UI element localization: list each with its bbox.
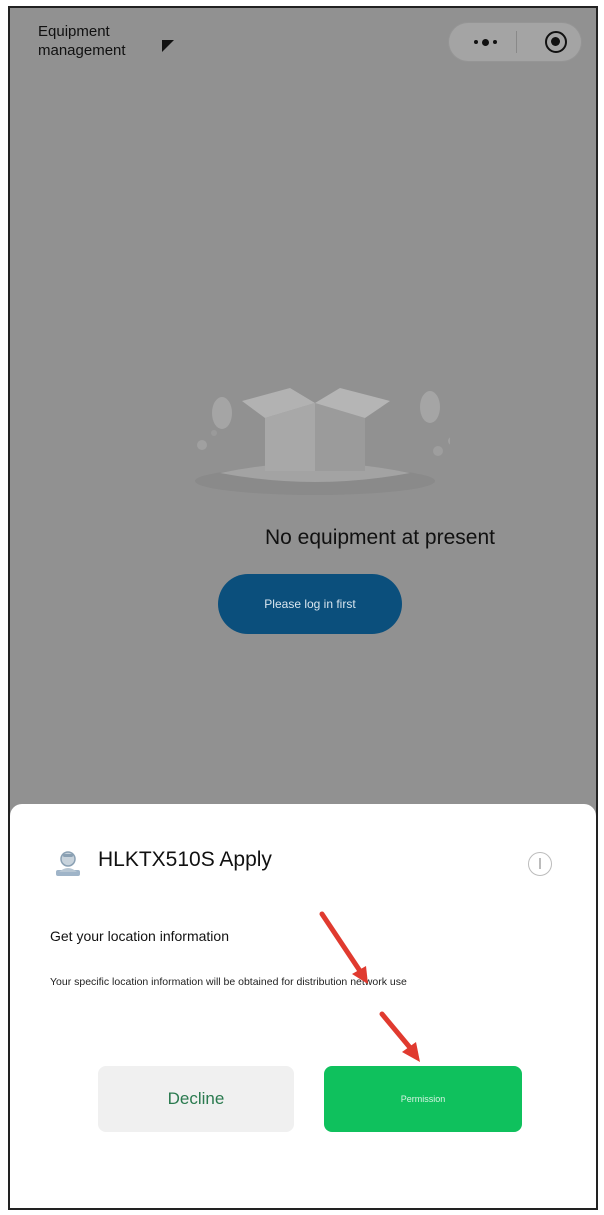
screenshot-frame: Equipment management No equipment at pre… [8,6,598,1210]
dropdown-triangle-icon[interactable] [162,40,174,52]
page-title-line1: Equipment [38,23,110,40]
capsule-divider [516,31,517,53]
app-name: HLKTX510S Apply [98,848,272,871]
permission-description: Your specific location information will … [50,976,407,988]
permission-button[interactable]: Permission [324,1066,522,1132]
top-bar: Equipment management [10,8,596,74]
login-button[interactable]: Please log in first [218,574,402,634]
miniprogram-capsule [448,22,582,62]
decline-button[interactable]: Decline [98,1066,294,1132]
empty-box-icon [195,388,450,495]
page-title-line2: management [38,42,126,59]
info-icon[interactable] [528,852,552,876]
empty-state-text: No equipment at present [265,526,495,549]
more-dots-icon[interactable] [467,33,503,51]
target-circle-icon[interactable] [545,31,567,53]
permission-title: Get your location information [50,928,229,944]
app-avatar-icon [56,851,80,876]
permission-sheet: HLKTX510S Apply Get your location inform… [10,804,596,1208]
page-title: Equipment management [38,22,158,60]
